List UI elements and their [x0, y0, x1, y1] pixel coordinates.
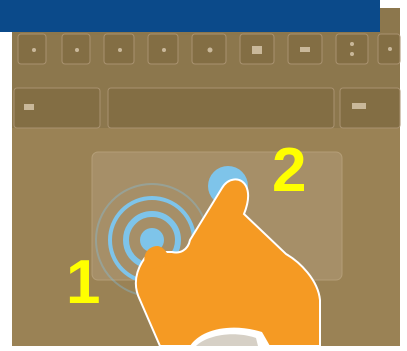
step-number-2: 2: [272, 136, 307, 205]
trackpad-illustration: 1 2: [0, 0, 407, 347]
laptop-scene: [0, 0, 407, 347]
title-banner: [0, 0, 380, 32]
step-number-1: 1: [66, 248, 101, 317]
